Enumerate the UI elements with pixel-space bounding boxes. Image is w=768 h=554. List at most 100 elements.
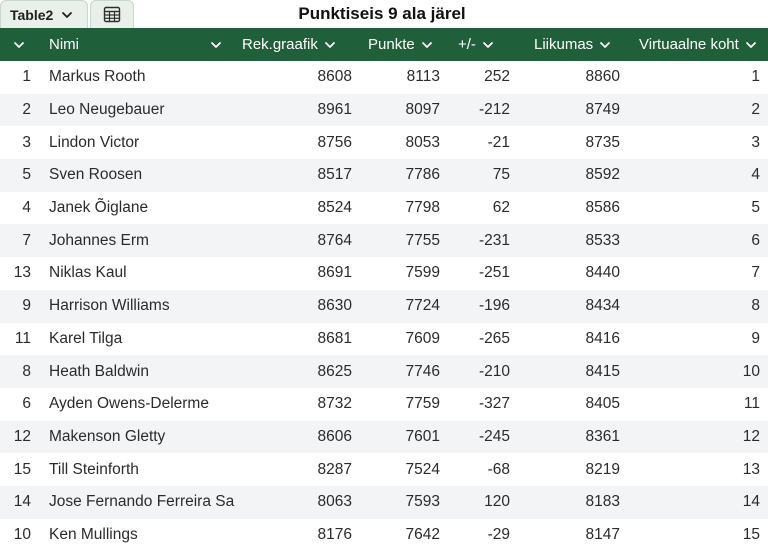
virtual-place-cell: 12 — [742, 427, 760, 445]
points-cell: 7798 — [405, 199, 440, 217]
points-cell: 7609 — [405, 329, 440, 347]
virtual-place-cell: 10 — [742, 362, 760, 380]
schedule-cell: 8517 — [317, 166, 352, 184]
virtual-place-cell: 14 — [742, 493, 760, 511]
diff-cell: -231 — [478, 231, 510, 249]
table-row[interactable]: 11 Karel Tilga 8681 7609 -265 8416 9 — [0, 322, 768, 356]
table-row[interactable]: 12 Makenson Gletty 8606 7601 -245 8361 12 — [0, 420, 768, 454]
row-rank: 10 — [13, 525, 31, 543]
table-view-button[interactable] — [90, 0, 134, 28]
header-pace-column[interactable]: Liikumas — [516, 28, 626, 61]
table-row[interactable]: 10 Ken Mullings 8176 7642 -29 8147 15 — [0, 518, 768, 552]
row-rank: 12 — [13, 427, 31, 445]
header-schedule-column[interactable]: Rek.graafik — [228, 28, 358, 61]
chevron-down-icon — [62, 11, 73, 18]
table-row[interactable]: 5 Sven Roosen 8517 7786 75 8592 4 — [0, 159, 768, 192]
points-cell: 7755 — [405, 231, 440, 249]
virtual-place-cell: 15 — [742, 525, 760, 543]
row-rank: 1 — [22, 68, 31, 86]
chevron-down-icon — [483, 41, 493, 48]
athlete-name: Ayden Owens-Delerme — [49, 395, 209, 413]
table-row[interactable]: 3 Lindon Victor 8756 8053 -21 8735 3 — [0, 126, 768, 160]
diff-cell: 252 — [484, 68, 510, 86]
row-rank: 4 — [22, 199, 31, 217]
table-name-tab[interactable]: Table2 — [0, 0, 88, 28]
diff-cell: -245 — [478, 427, 510, 445]
pace-cell: 8183 — [585, 493, 620, 511]
virtual-place-cell: 1 — [751, 68, 760, 86]
athlete-name: Lindon Victor — [49, 133, 140, 151]
table-row[interactable]: 8 Heath Baldwin 8625 7746 -210 8415 10 — [0, 355, 768, 388]
points-cell: 8113 — [406, 68, 440, 86]
table-row[interactable]: 9 Harrison Williams 8630 7724 -196 8434 8 — [0, 289, 768, 323]
pace-cell: 8749 — [585, 101, 620, 119]
virtual-place-cell: 13 — [742, 460, 760, 478]
pace-cell: 8405 — [585, 395, 620, 413]
header-name-column[interactable]: Nimi — [38, 28, 228, 61]
row-rank: 13 — [13, 264, 31, 282]
page-title: Punktiseis 9 ala järel — [298, 4, 466, 23]
header-virtual-place-column[interactable]: Virtuaalne koht — [626, 28, 768, 61]
diff-cell: -21 — [487, 133, 510, 151]
row-rank: 5 — [22, 166, 31, 184]
chevron-down-icon — [14, 41, 24, 48]
virtual-place-cell: 6 — [751, 231, 760, 249]
row-rank: 6 — [22, 395, 31, 413]
pace-cell: 8415 — [585, 362, 620, 380]
pace-cell: 8147 — [585, 525, 620, 543]
chevron-down-icon — [211, 41, 221, 48]
diff-cell: -29 — [487, 525, 510, 543]
table-row[interactable]: 14 Jose Fernando Ferreira Sa 8063 7593 120 81… — [0, 485, 768, 519]
athlete-name: Heath Baldwin — [49, 362, 149, 380]
table-row[interactable]: 7 Johannes Erm 8764 7755 -231 8533 6 — [0, 224, 768, 258]
athlete-name: Sven Roosen — [49, 166, 143, 184]
schedule-cell: 8063 — [317, 493, 352, 511]
athlete-name: Markus Rooth — [49, 68, 146, 86]
row-rank: 9 — [22, 297, 31, 315]
athlete-name: Niklas Kaul — [49, 264, 127, 282]
table-body: 1 Markus Rooth 8608 8113 252 8860 1 2 Leo Neugeb… — [0, 61, 768, 552]
header-diff-label: +/- — [458, 36, 476, 53]
pace-cell: 8586 — [585, 199, 620, 217]
virtual-place-cell: 3 — [751, 133, 760, 151]
virtual-place-cell: 9 — [751, 329, 760, 347]
header-points-column[interactable]: Punkte — [358, 28, 446, 61]
athlete-name: Makenson Gletty — [49, 427, 166, 445]
points-cell: 7601 — [405, 427, 440, 445]
diff-cell: 62 — [492, 199, 510, 217]
athlete-name: Karel Tilga — [49, 329, 123, 347]
table-row[interactable]: 1 Markus Rooth 8608 8113 252 8860 1 — [0, 61, 768, 94]
table-row[interactable]: 15 Till Steinforth 8287 7524 -68 8219 13 — [0, 453, 768, 486]
athlete-name: Till Steinforth — [49, 460, 139, 478]
header-diff-column[interactable]: +/- — [446, 28, 516, 61]
athlete-name: Harrison Williams — [49, 297, 170, 315]
virtual-place-cell: 11 — [743, 395, 760, 413]
table-row[interactable]: 2 Leo Neugebauer 8961 8097 -212 8749 2 — [0, 93, 768, 127]
table-row[interactable]: 13 Niklas Kaul 8691 7599 -251 8440 7 — [0, 257, 768, 290]
table-row[interactable]: 6 Ayden Owens-Delerme 8732 7759 -327 8405 11 — [0, 387, 768, 421]
chevron-down-icon — [324, 41, 335, 48]
schedule-cell: 8691 — [317, 264, 352, 282]
points-cell: 7759 — [405, 395, 440, 413]
virtual-place-cell: 8 — [751, 297, 760, 315]
points-cell: 7786 — [405, 166, 440, 184]
athlete-name: Jose Fernando Ferreira Sa — [49, 493, 235, 511]
schedule-cell: 8176 — [317, 525, 352, 543]
points-cell: 7593 — [405, 493, 440, 511]
athlete-name: Janek Õiglane — [49, 199, 149, 217]
points-cell: 8053 — [405, 133, 440, 151]
points-cell: 7642 — [405, 525, 440, 543]
header-rank-column[interactable] — [0, 28, 38, 61]
table-header: Nimi Rek.graafik Punkte +/- Liikumas Vir… — [0, 28, 768, 61]
athlete-name: Ken Mullings — [49, 525, 138, 543]
header-name-label: Nimi — [49, 36, 79, 53]
diff-cell: -251 — [478, 264, 510, 282]
pace-cell: 8592 — [585, 166, 620, 184]
diff-cell: -265 — [478, 329, 510, 347]
pace-cell: 8735 — [585, 133, 620, 151]
row-rank: 7 — [22, 231, 31, 249]
pace-cell: 8219 — [585, 460, 620, 478]
pace-cell: 8860 — [585, 68, 620, 86]
table-row[interactable]: 4 Janek Õiglane 8524 7798 62 8586 5 — [0, 191, 768, 225]
pace-cell: 8434 — [585, 297, 620, 315]
